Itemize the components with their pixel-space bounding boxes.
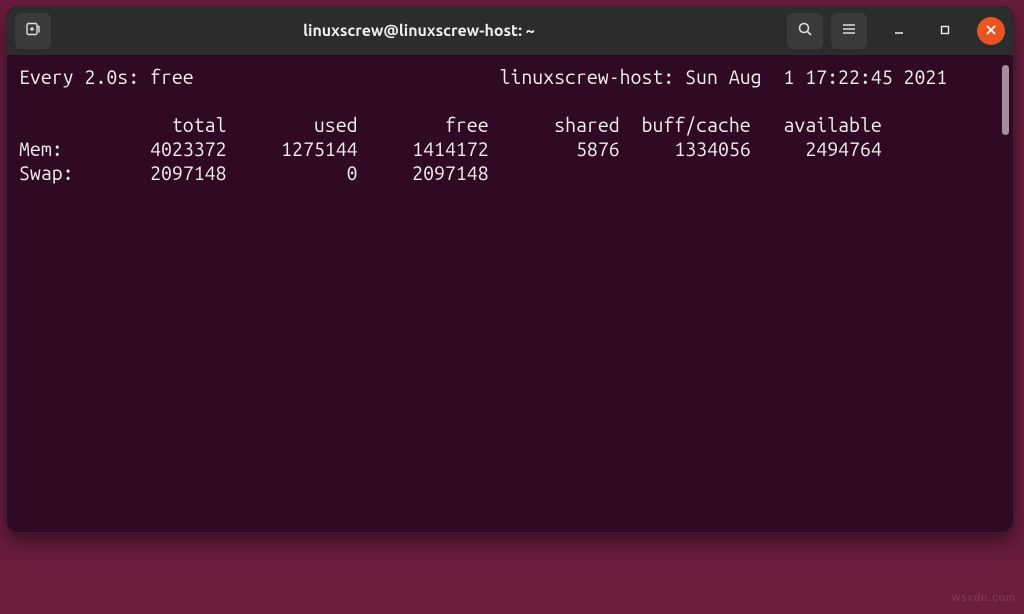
maximize-button[interactable] xyxy=(931,17,959,45)
terminal-output[interactable]: Every 2.0s: free linuxscrew-host: Sun Au… xyxy=(7,55,1013,532)
hamburger-icon xyxy=(841,21,857,41)
minimize-icon xyxy=(893,22,905,40)
mem-buff-cache: 1334056 xyxy=(674,138,750,160)
mem-available: 2494764 xyxy=(805,138,881,160)
col-buff-cache: buff/cache xyxy=(642,114,751,136)
mem-free: 1414172 xyxy=(412,138,488,160)
col-shared: shared xyxy=(554,114,620,136)
new-tab-button[interactable] xyxy=(15,13,51,49)
terminal-window: linuxscrew@linuxscrew-host: ~ xyxy=(6,6,1014,533)
titlebar: linuxscrew@linuxscrew-host: ~ xyxy=(7,7,1013,55)
new-tab-icon xyxy=(25,21,41,41)
swap-total: 2097148 xyxy=(150,162,226,184)
swap-free: 2097148 xyxy=(412,162,488,184)
col-used: used xyxy=(314,114,358,136)
mem-shared: 5876 xyxy=(576,138,620,160)
search-button[interactable] xyxy=(787,13,823,49)
close-button[interactable] xyxy=(977,17,1005,45)
close-icon xyxy=(985,22,997,40)
mem-used: 1275144 xyxy=(281,138,357,160)
row-swap-label: Swap: xyxy=(19,162,74,184)
col-free: free xyxy=(445,114,489,136)
window-title: linuxscrew@linuxscrew-host: ~ xyxy=(59,22,779,40)
maximize-icon xyxy=(939,22,951,40)
minimize-button[interactable] xyxy=(885,17,913,45)
row-mem-label: Mem: xyxy=(19,138,63,160)
watch-status-right: linuxscrew-host: Sun Aug 1 17:22:45 2021 xyxy=(500,66,948,88)
mem-total: 4023372 xyxy=(150,138,226,160)
scrollbar-thumb[interactable] xyxy=(1002,65,1009,135)
search-icon xyxy=(797,21,813,41)
swap-used: 0 xyxy=(347,162,358,184)
watermark: wsxdn.com xyxy=(952,592,1016,604)
watch-status-left: Every 2.0s: free xyxy=(19,66,194,88)
col-available: available xyxy=(784,114,882,136)
col-total: total xyxy=(172,114,227,136)
menu-button[interactable] xyxy=(831,13,867,49)
